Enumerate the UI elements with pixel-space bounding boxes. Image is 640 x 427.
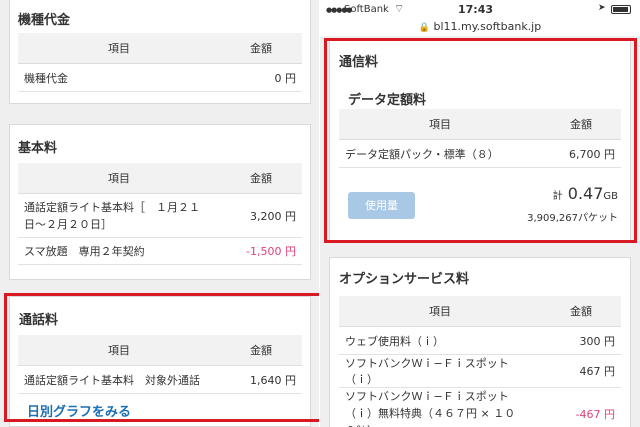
- device-fee-title: 機種代金: [18, 13, 71, 28]
- row-amount: 0 円: [220, 63, 302, 92]
- device-fee-table: 項目 金額 機種代金 0 円: [18, 33, 302, 92]
- row-item: 機種代金: [18, 63, 220, 92]
- left-screenshot: 機種代金 項目 金額 機種代金 0 円 基本料 項目 金額 通話定額ライト基本料…: [0, 0, 320, 427]
- row-item: 通話定額ライト基本料［ １月２１日〜２月２０日］: [18, 193, 220, 238]
- col-header-amount: 金額: [541, 296, 621, 327]
- option-fee-card: オプションサービス料 項目 金額 ウェブ使用料（ｉ） 300 円 ソフトバンクＷ…: [329, 257, 631, 427]
- highlight-box: [324, 38, 637, 243]
- row-item: ソフトバンクＷｉ−Ｆｉスポット（ｉ）: [339, 354, 541, 388]
- carrier-name: SoftBank: [344, 4, 389, 15]
- battery-icon: [611, 5, 631, 14]
- col-header-amount: 金額: [220, 33, 302, 64]
- right-screenshot: ●●●●● SoftBank ⌔ 17:43 ➤ 🔒 bl11.my.softb…: [320, 0, 640, 427]
- location-icon: ➤: [598, 3, 606, 13]
- wifi-icon: ⌔: [394, 2, 405, 15]
- col-header-item: 項目: [339, 296, 541, 327]
- row-item: スマ放題 専用２年契約: [18, 237, 220, 265]
- device-fee-card: 機種代金 項目 金額 機種代金 0 円: [9, 0, 311, 104]
- row-amount: 3,200 円: [220, 193, 302, 238]
- basic-fee-card: 基本料 項目 金額 通話定額ライト基本料［ １月２１日〜２月２０日］ 3,200…: [9, 124, 311, 280]
- row-amount: 300 円: [541, 326, 621, 355]
- url-bar[interactable]: 🔒 bl11.my.softbank.jp: [320, 20, 640, 36]
- row-item: ソフトバンクＷｉ−Ｆｉスポット（ｉ）無料特典（４６７円 × １００％）: [339, 387, 541, 427]
- url-text: bl11.my.softbank.jp: [433, 20, 542, 33]
- highlight-box: [4, 293, 320, 422]
- option-fee-title: オプションサービス料: [339, 272, 470, 287]
- col-header-item: 項目: [18, 33, 220, 64]
- clock: 17:43: [458, 3, 494, 16]
- basic-fee-table: 項目 金額 通話定額ライト基本料［ １月２１日〜２月２０日］ 3,200 円 ス…: [18, 163, 302, 265]
- status-bar: ●●●●● SoftBank ⌔ 17:43 ➤: [320, 0, 640, 20]
- row-item: ウェブ使用料（ｉ）: [339, 326, 541, 355]
- row-amount: -467 円: [541, 387, 621, 427]
- col-header-amount: 金額: [220, 163, 302, 194]
- basic-fee-title: 基本料: [18, 141, 58, 156]
- row-amount: 467 円: [541, 354, 621, 388]
- option-fee-table: 項目 金額 ウェブ使用料（ｉ） 300 円 ソフトバンクＷｉ−Ｆｉスポット（ｉ）…: [339, 296, 621, 427]
- row-amount: -1,500 円: [220, 237, 302, 265]
- col-header-item: 項目: [18, 163, 220, 194]
- lock-icon: 🔒: [418, 23, 430, 33]
